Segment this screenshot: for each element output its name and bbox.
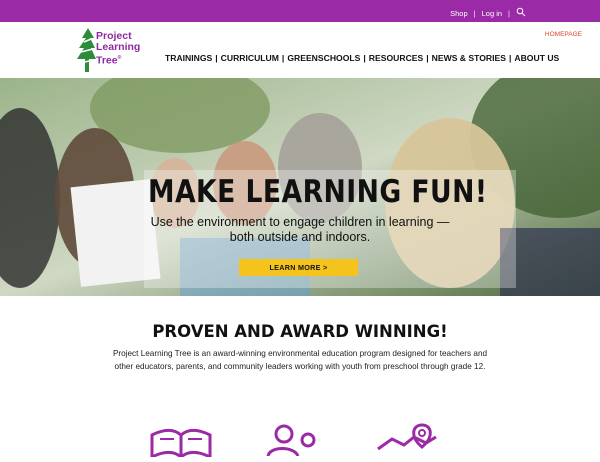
main-nav: TRAININGS | CURRICULUM | GREENSCHOOLS | … <box>165 53 559 63</box>
hero-subtitle-line-2: both outside and indoors. <box>229 230 371 244</box>
nav-about-us[interactable]: ABOUT US <box>514 53 559 63</box>
nav-separator: | <box>508 53 512 63</box>
section-title: PROVEN AND AWARD WINNING! <box>152 322 448 341</box>
book-icon[interactable] <box>148 425 214 462</box>
nav-separator: | <box>426 53 429 63</box>
section-description: Project Learning Tree is an award-winnin… <box>112 349 488 371</box>
map-pin-icon-graphic <box>377 423 437 451</box>
top-bar: Shop | Log in | <box>0 0 600 22</box>
map-pin-icon[interactable] <box>374 423 440 460</box>
nav-separator: | <box>363 53 366 63</box>
shop-link[interactable]: Shop <box>450 9 468 18</box>
separator: | <box>508 8 510 18</box>
hero-title: MAKE LEARNING FUN! <box>148 174 488 210</box>
hero-banner: MAKE LEARNING FUN! Use the environment t… <box>0 78 600 296</box>
nav-separator: | <box>281 53 285 63</box>
people-icon-graphic <box>266 424 316 457</box>
logo-line-tree: Tree <box>96 54 118 67</box>
hero-subtitle-line-1: Use the environment to engage children i… <box>150 215 450 229</box>
nav-resources[interactable]: RESOURCES <box>369 53 423 63</box>
separator: | <box>473 8 476 18</box>
site-header: Project Learning Tree® TRAININGS | CURRI… <box>0 22 600 78</box>
people-icon[interactable] <box>264 424 320 461</box>
login-link[interactable]: Log in <box>482 9 502 18</box>
nav-trainings[interactable]: TRAININGS <box>165 53 212 63</box>
homepage-label[interactable]: HOMEPAGE <box>545 31 582 38</box>
nav-separator: | <box>215 53 218 63</box>
search-icon-graphic <box>516 7 526 17</box>
nav-curriculum[interactable]: CURRICULUM <box>221 53 279 63</box>
top-links: Shop | Log in | <box>450 7 526 19</box>
logo-line-learning: Learning <box>96 41 141 53</box>
feature-icons <box>0 418 600 460</box>
search-icon[interactable] <box>516 7 526 19</box>
hero-subtitle: Use the environment to engage children i… <box>126 215 474 245</box>
book-icon-graphic <box>150 429 212 460</box>
nav-greenschools[interactable]: GREENSCHOOLS <box>287 53 360 63</box>
learn-more-button[interactable]: LEARN MORE > <box>239 259 358 276</box>
nav-news-stories[interactable]: NEWS & STORIES <box>432 53 506 63</box>
registered-mark: ® <box>117 55 122 61</box>
logo-text: Project Learning Tree® <box>96 31 140 67</box>
